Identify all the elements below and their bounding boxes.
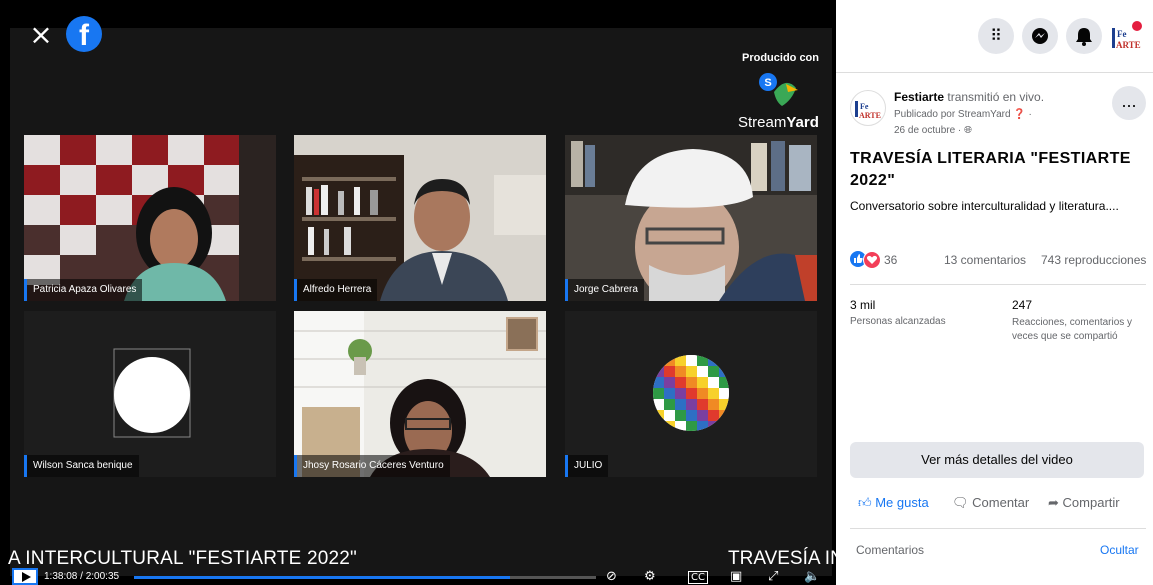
picture-in-picture-icon[interactable]: ▣	[730, 569, 742, 584]
reach-value: 3 mil	[850, 298, 876, 312]
svg-text:Fe: Fe	[860, 102, 869, 111]
published-by: Publicado por StreamYard ❓ ·	[894, 109, 1032, 120]
participant-name: Jorge Cabrera	[565, 279, 644, 301]
participant-name: Patricia Apaza Olivares	[24, 279, 143, 301]
svg-text:S: S	[764, 77, 771, 89]
svg-text:ARTE: ARTE	[859, 111, 881, 120]
svg-text:Fe: Fe	[1117, 29, 1127, 39]
comments-divider	[850, 528, 1146, 529]
share-button[interactable]: ➦ Compartir	[1048, 495, 1120, 511]
page-name-link[interactable]: Festiarte	[894, 90, 944, 104]
participant-name: Jhosy Rosario Cáceres Venturo	[294, 455, 450, 477]
comment-button[interactable]: 🗨︎ Comentar	[952, 495, 1029, 511]
stats-divider	[850, 284, 1146, 285]
more-options-button[interactable]: ...	[1112, 86, 1146, 120]
participant-name: JULIO	[565, 455, 609, 477]
svg-text:ARTE: ARTE	[1116, 40, 1141, 50]
settings-gear-icon[interactable]: ⚙	[644, 569, 656, 584]
participant-tile: Patricia Apaza Olivares	[24, 135, 276, 301]
streamyard-stage	[10, 28, 832, 576]
volume-icon[interactable]: 🔈	[804, 569, 820, 584]
close-icon[interactable]: ×	[28, 21, 54, 49]
post-actions: 👍︎ Me gusta 🗨︎ Comentar ➦ Compartir	[850, 492, 1150, 516]
post-author-line: Festiarte transmitió en vivo.	[894, 90, 1044, 104]
wiphala-avatar	[565, 311, 817, 477]
participant-avatar	[24, 311, 276, 477]
participant-tile: Wilson Sanca benique	[24, 311, 276, 477]
streamyard-logo-icon: S	[756, 70, 800, 112]
hide-comments-link[interactable]: Ocultar	[1100, 543, 1139, 557]
reaction-count[interactable]: 36	[884, 253, 897, 267]
globe-icon: 🌐︎	[964, 125, 973, 136]
video-player[interactable]: × f Producido con S StreamYard Patricia …	[0, 0, 836, 585]
top-divider	[836, 72, 1153, 73]
like-button[interactable]: 👍︎ Me gusta	[858, 495, 929, 511]
love-reaction-icon[interactable]	[863, 251, 881, 269]
reach-label: Personas alcanzadas	[850, 316, 946, 327]
comment-bubble-icon: 🗨︎	[952, 495, 969, 510]
participant-tile: Alfredo Herrera	[294, 135, 546, 301]
messenger-icon[interactable]	[1022, 18, 1058, 54]
comments-header: Comentarios	[856, 543, 925, 557]
streamyard-wordmark: StreamYard	[738, 114, 819, 131]
post-action-text: transmitió en vivo.	[944, 90, 1045, 104]
progress-bar[interactable]	[134, 576, 596, 579]
apps-grid-icon[interactable]: ⠿	[978, 18, 1014, 54]
participant-video-scene	[294, 135, 546, 301]
post-date[interactable]: 26 de octubre · 🌐︎	[894, 125, 972, 136]
participant-tile: JULIO	[565, 311, 817, 477]
view-count: 743 reproducciones	[1041, 253, 1147, 267]
participant-tile: Jorge Cabrera	[565, 135, 817, 301]
player-controls: 1:38:08 / 2:00:35 ⊘ ⚙ CC ▣ ⤢ 🔈	[0, 566, 836, 585]
post-sidebar: ⠿ Fe ARTE Fe ARTE Festiarte transmitió e…	[836, 0, 1153, 585]
thumbs-up-icon: 👍︎	[858, 495, 872, 510]
share-arrow-icon: ➦	[1048, 495, 1059, 510]
participant-tile: Jhosy Rosario Cáceres Venturo	[294, 311, 546, 477]
engagement-value: 247	[1012, 298, 1033, 312]
reactions-row: 36 13 comentarios 743 reproducciones	[850, 250, 1150, 270]
play-button[interactable]	[12, 568, 38, 585]
post-description[interactable]: Conversatorio sobre interculturalidad y …	[850, 197, 1140, 215]
playback-time: 1:38:08 / 2:00:35	[44, 571, 120, 582]
post-page-avatar[interactable]: Fe ARTE	[850, 90, 886, 126]
engagement-label: Reacciones, comentarios y veces que se c…	[1012, 317, 1133, 342]
produced-with-label: Producido con	[742, 52, 819, 64]
participant-name: Wilson Sanca benique	[24, 455, 139, 477]
help-icon[interactable]: ❓	[1013, 109, 1025, 120]
post-title: TRAVESÍA LITERARIA "FESTIARTE 2022"	[850, 150, 1131, 189]
progress-fill	[134, 576, 511, 579]
comment-count[interactable]: 13 comentarios	[944, 253, 1026, 267]
notifications-bell-icon[interactable]	[1066, 18, 1102, 54]
video-details-button[interactable]: Ver más detalles del video	[850, 442, 1144, 478]
participant-video-scene	[294, 311, 546, 477]
top-bar: ⠿ Fe ARTE	[836, 0, 1153, 72]
page-avatar[interactable]: Fe ARTE	[1108, 20, 1142, 54]
mute-circle-icon[interactable]: ⊘	[606, 569, 617, 584]
captions-icon[interactable]: CC	[688, 571, 708, 584]
facebook-logo-icon[interactable]: f	[66, 16, 102, 52]
participant-name: Alfredo Herrera	[294, 279, 378, 301]
participant-video-scene	[24, 135, 276, 301]
fullscreen-icon[interactable]: ⤢	[768, 569, 778, 584]
participant-video-scene	[565, 135, 817, 301]
